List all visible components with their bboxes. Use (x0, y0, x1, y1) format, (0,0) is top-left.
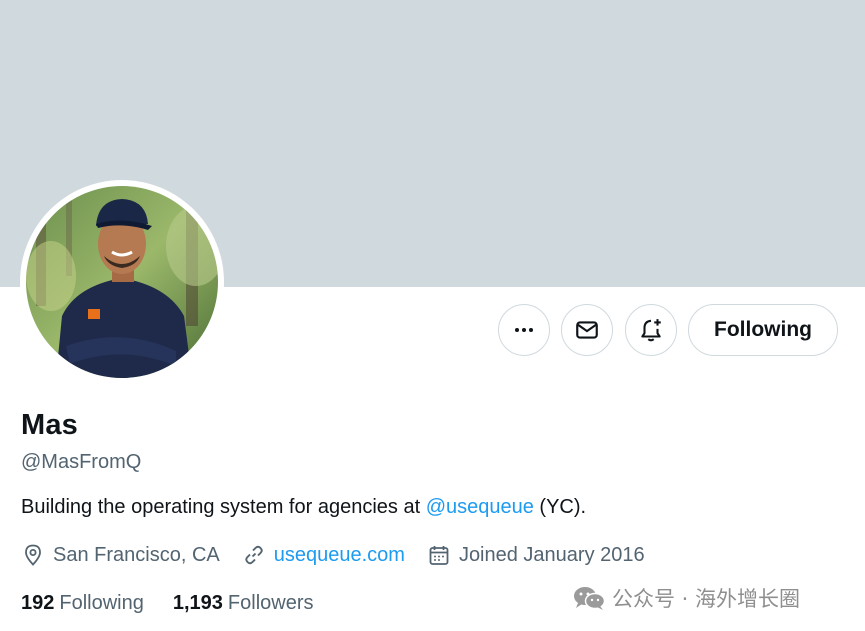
notify-button[interactable] (625, 304, 677, 356)
profile-name: Mas (21, 409, 79, 441)
following-count: 192 (21, 592, 55, 614)
following-button[interactable]: Following (688, 304, 838, 356)
followers-count-link[interactable]: 1,193 Followers (173, 592, 314, 615)
location-text: San Francisco, CA (53, 543, 220, 566)
mail-icon (576, 321, 598, 339)
following-label: Following (59, 592, 144, 614)
more-button[interactable] (498, 304, 550, 356)
followers-count: 1,193 (172, 592, 223, 614)
profile-handle: @MasFromQ (21, 451, 142, 473)
followers-label: Followers (227, 592, 314, 614)
website-item[interactable]: usequeue.com (242, 543, 405, 567)
follow-counts: 192 Following 1,193 Followers (21, 592, 343, 615)
more-icon (515, 328, 533, 332)
joined-text: Joined January 2016 (458, 543, 645, 566)
calendar-icon (429, 546, 449, 565)
watermark: 公众号 · 海外增长圈 (572, 584, 800, 612)
bio-mention-link[interactable]: @usequeue (426, 496, 534, 518)
link-icon (245, 545, 263, 565)
bio-text-prefix: Building the operating system for agenci… (21, 496, 426, 518)
bell-plus-icon (641, 319, 661, 342)
joined-item: Joined January 2016 (427, 543, 645, 567)
website-link[interactable]: usequeue.com (274, 544, 405, 567)
watermark-text: 公众号 · 海外增长圈 (612, 587, 801, 611)
bio-text-suffix: (YC). (533, 496, 587, 518)
following-count-link[interactable]: 192 Following (21, 592, 144, 615)
location-item: San Francisco, CA (21, 543, 220, 567)
profile-bio: Building the operating system for agenci… (21, 496, 586, 519)
message-button[interactable] (561, 304, 613, 356)
profile-actions: Following (0, 304, 865, 356)
profile-meta: San Francisco, CA usequeue.com Joined Ja… (21, 541, 667, 569)
location-pin-icon (25, 544, 41, 566)
wechat-icon (574, 587, 606, 610)
